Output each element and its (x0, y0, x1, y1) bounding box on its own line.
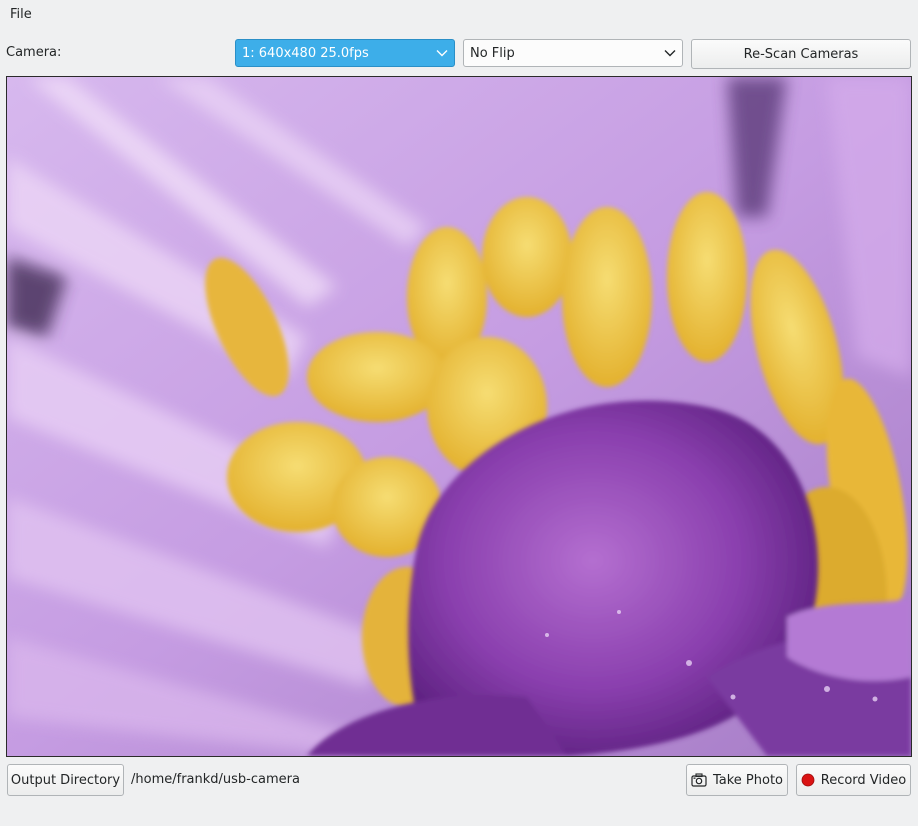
chevron-down-icon (658, 40, 682, 66)
output-directory-button[interactable]: Output Directory (7, 764, 124, 796)
take-photo-label: Take Photo (712, 772, 784, 788)
take-photo-button[interactable]: Take Photo (686, 764, 788, 796)
camera-select[interactable]: 1: 640x480 25.0fps (235, 39, 455, 67)
record-video-label: Record Video (820, 772, 907, 788)
record-video-button[interactable]: Record Video (796, 764, 911, 796)
camera-label: Camera: (6, 45, 62, 60)
chevron-down-icon (430, 40, 454, 66)
record-icon (801, 773, 815, 787)
flip-select-value: No Flip (470, 45, 515, 61)
menu-file[interactable]: File (0, 0, 42, 30)
camera-select-value: 1: 640x480 25.0fps (242, 45, 369, 61)
usb-camera-window: File Camera: 1: 640x480 25.0fps No Flip … (0, 0, 918, 826)
rescan-cameras-button[interactable]: Re-Scan Cameras (691, 39, 911, 69)
preview-image (7, 77, 911, 756)
output-directory-path: /home/frankd/usb-camera (131, 772, 300, 787)
flip-select[interactable]: No Flip (463, 39, 683, 67)
menu-bar: File (0, 0, 918, 30)
camera-icon (691, 773, 707, 787)
camera-preview (6, 76, 912, 757)
